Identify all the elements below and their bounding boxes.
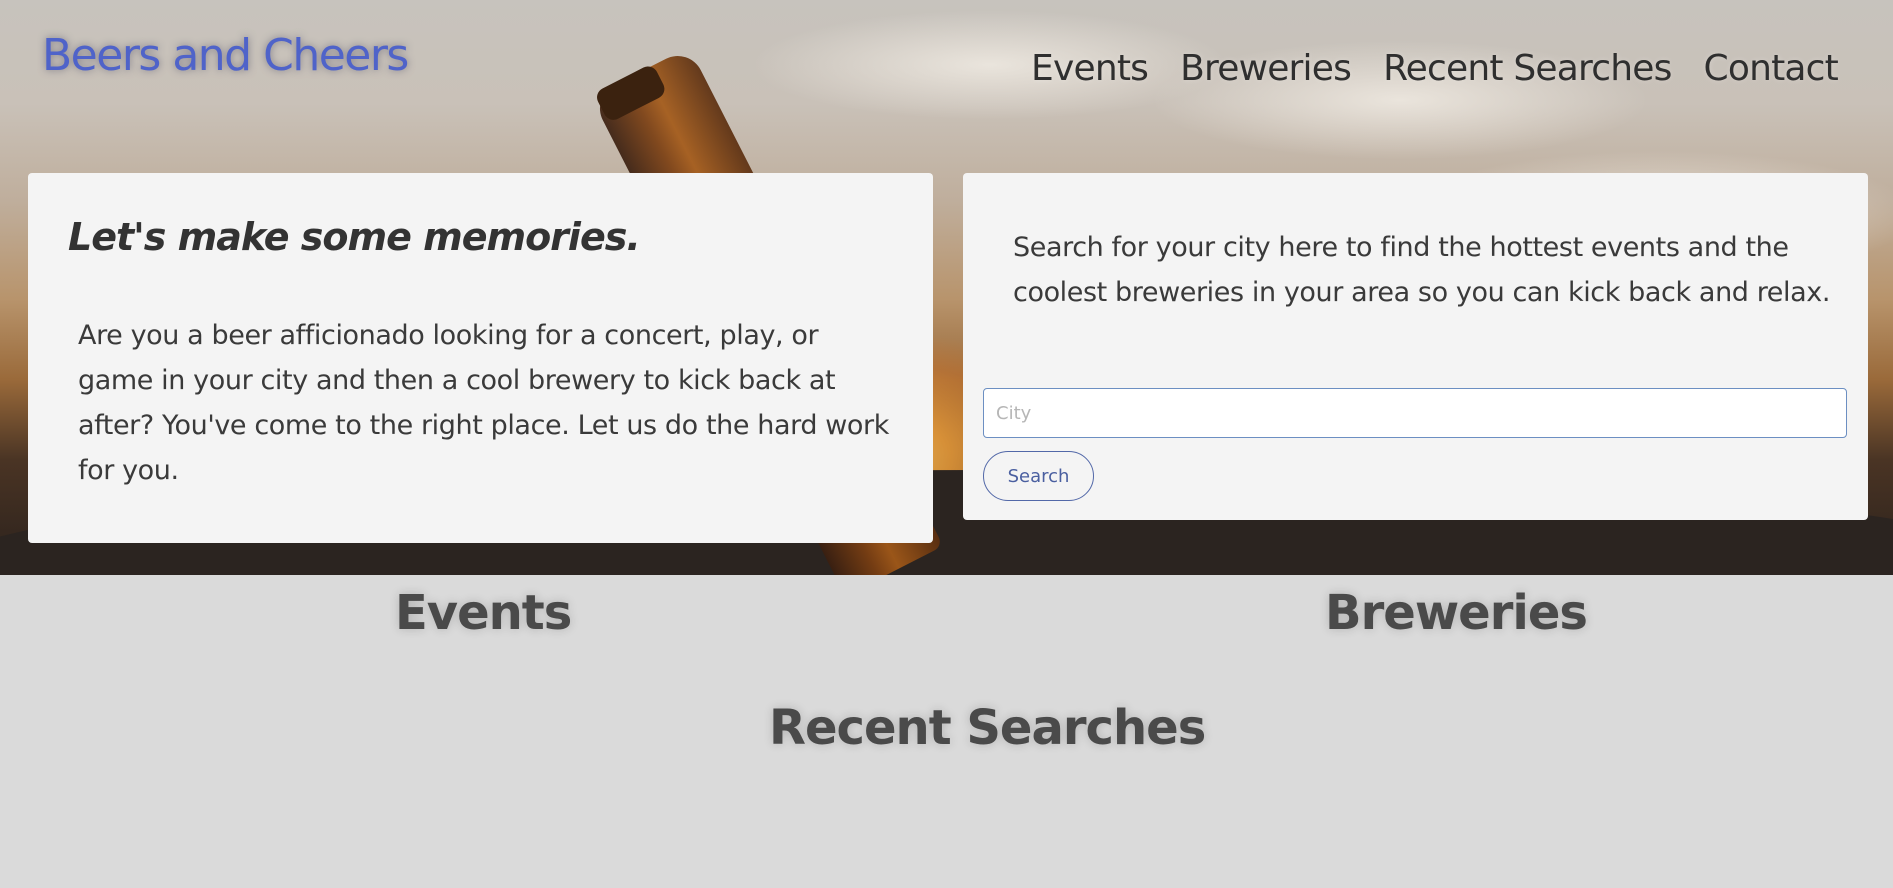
- nav-link-contact[interactable]: Contact: [1704, 48, 1839, 89]
- city-search-input[interactable]: [983, 388, 1847, 438]
- nav-link-breweries[interactable]: Breweries: [1180, 48, 1352, 89]
- nav-link-events[interactable]: Events: [1031, 48, 1149, 89]
- main-nav: Events Breweries Recent Searches Contact: [1031, 48, 1839, 89]
- search-description: Search for your city here to find the ho…: [1013, 232, 1831, 308]
- intro-text: Are you a beer afficionado looking for a…: [78, 320, 889, 486]
- intro-card: Let's make some memories. Are you a beer…: [28, 173, 933, 543]
- search-card: Search for your city here to find the ho…: [963, 173, 1868, 520]
- events-section-title: Events: [395, 585, 572, 641]
- recent-searches-section-title: Recent Searches: [769, 700, 1206, 756]
- intro-title: Let's make some memories.: [68, 215, 641, 259]
- breweries-section-title: Breweries: [1325, 585, 1588, 641]
- brand-logo-link[interactable]: Beers and Cheers: [42, 30, 409, 81]
- search-button[interactable]: Search: [983, 451, 1094, 501]
- nav-link-recent-searches[interactable]: Recent Searches: [1383, 48, 1672, 89]
